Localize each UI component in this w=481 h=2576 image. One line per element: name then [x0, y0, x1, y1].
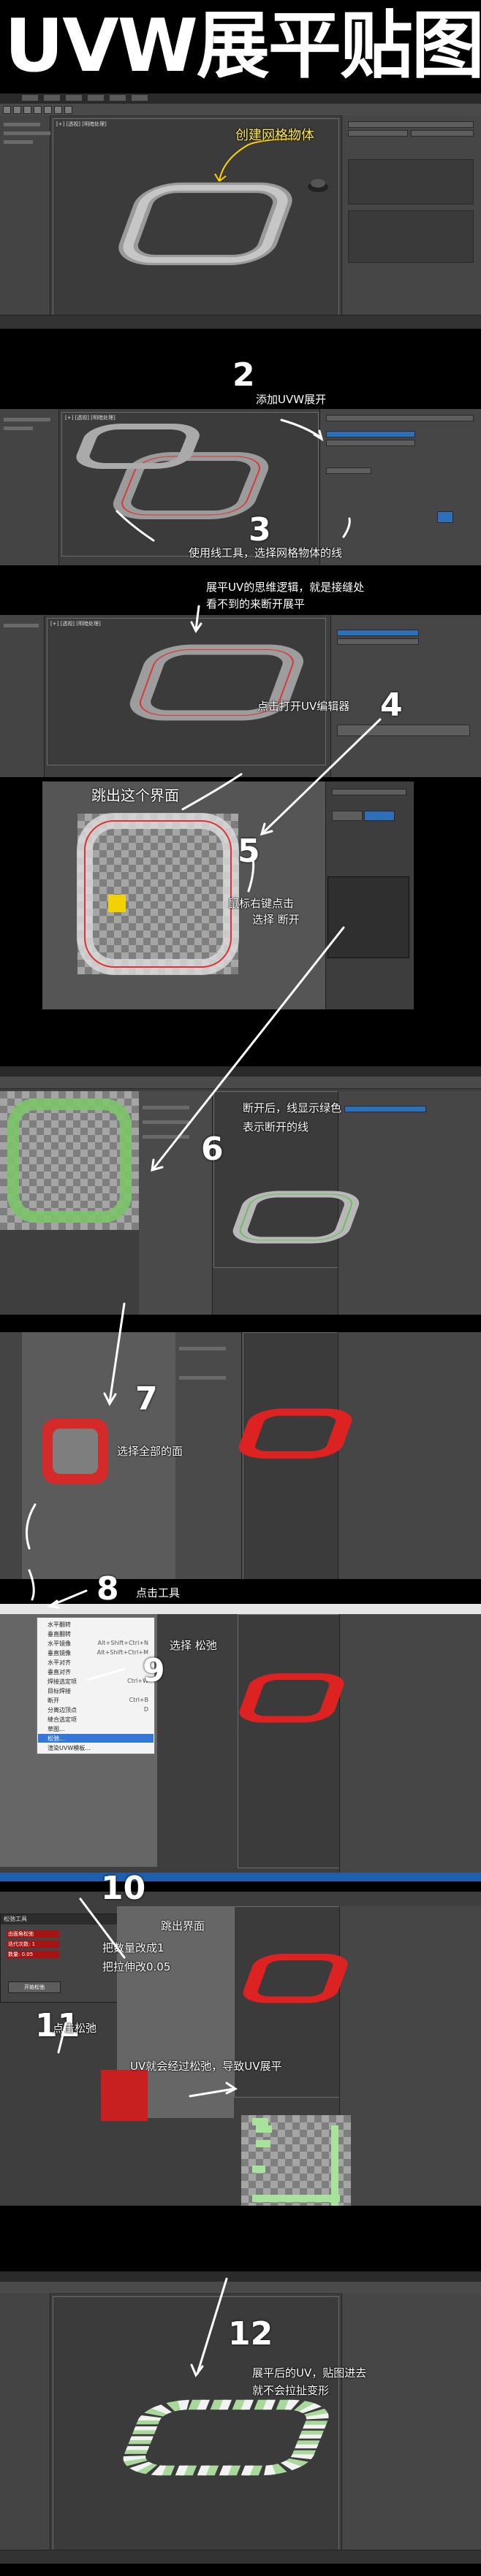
annotation-arrow-1 [219, 138, 300, 182]
step-7-panel [0, 1332, 481, 1579]
step-4-label: 点击打开UV编辑器 [257, 700, 350, 713]
step-5-line-1: 鼠标右键点击 [228, 897, 295, 910]
step-3-number: 3 [249, 511, 271, 549]
step-1-label: 创建网格物体 [235, 128, 314, 143]
split-edges [7, 1098, 132, 1223]
step-4-panel: [+] [透视] [明暗处理] [0, 615, 481, 777]
step-6-line-2: 表示断开的线 [243, 1120, 309, 1134]
step-5-line-2: 选择 断开 [252, 913, 300, 926]
step-9-label: 选择 松弛 [170, 1639, 217, 1652]
step-8-panel: 水平翻转 垂直翻转 水平镜像 Alt+Shift+Ctrl+N 垂直镜像 Alt+Shif… [0, 1604, 481, 1881]
step-10-label-a: 跳出界面 [161, 1919, 205, 1933]
step-6-number: 6 [201, 1131, 224, 1168]
uv-editor-window [42, 781, 414, 1009]
step-9-number: 9 [143, 1652, 165, 1689]
step-5-number: 5 [238, 833, 260, 870]
step-11-result: UV就会经过松弛，导致UV展平 [130, 2060, 282, 2073]
step-6-panel [0, 1066, 481, 1315]
step-2-number: 2 [232, 356, 255, 394]
page-title-banner: UVW展平贴图 [0, 0, 481, 93]
step-10-label-c: 把拉伸改0.05 [102, 1960, 171, 1973]
step-1-panel: [+] [透视] [明暗处理] 创建网格物体 [0, 93, 481, 329]
step-11-label: 点击松弛 [53, 2022, 97, 2035]
page-title: UVW展平贴图 [4, 3, 481, 88]
step-12-number: 12 [228, 2315, 273, 2353]
step-7-label: 选择全部的面 [117, 1445, 183, 1458]
note-line-1: 展平UV的思维逻辑，就是接缝处 [206, 581, 365, 594]
step-2-label: 添加UVW展开 [256, 393, 327, 406]
step-12-line-1: 展平后的UV，贴图进去 [252, 2366, 367, 2380]
step-8-number: 8 [96, 1570, 119, 1608]
step-10-number: 10 [101, 1870, 146, 1907]
step-5-title: 跳出这个界面 [91, 787, 179, 804]
note-line-2: 看不到的来断开展平 [206, 597, 306, 611]
step-6-line-1: 断开后，线显示绿色 [243, 1101, 342, 1115]
arrow-step-8 [50, 1589, 88, 1607]
step-10-label-b: 把数量改成1 [102, 1941, 164, 1954]
step-2-panel: [+] [透视] [明暗处理] [0, 409, 481, 565]
step-3-label: 使用线工具，选择网格物体的线 [189, 546, 343, 559]
step-7-number: 7 [135, 1380, 158, 1418]
step-4-number: 4 [380, 687, 403, 724]
step-10-panel: 松弛工具 由面角松弛 迭代次数: 1 数量: 0.05 开始松弛 [0, 1892, 481, 2206]
step-12-line-2: 就不会拉扯变形 [252, 2384, 330, 2397]
step-8-label: 点击工具 [136, 1586, 181, 1600]
